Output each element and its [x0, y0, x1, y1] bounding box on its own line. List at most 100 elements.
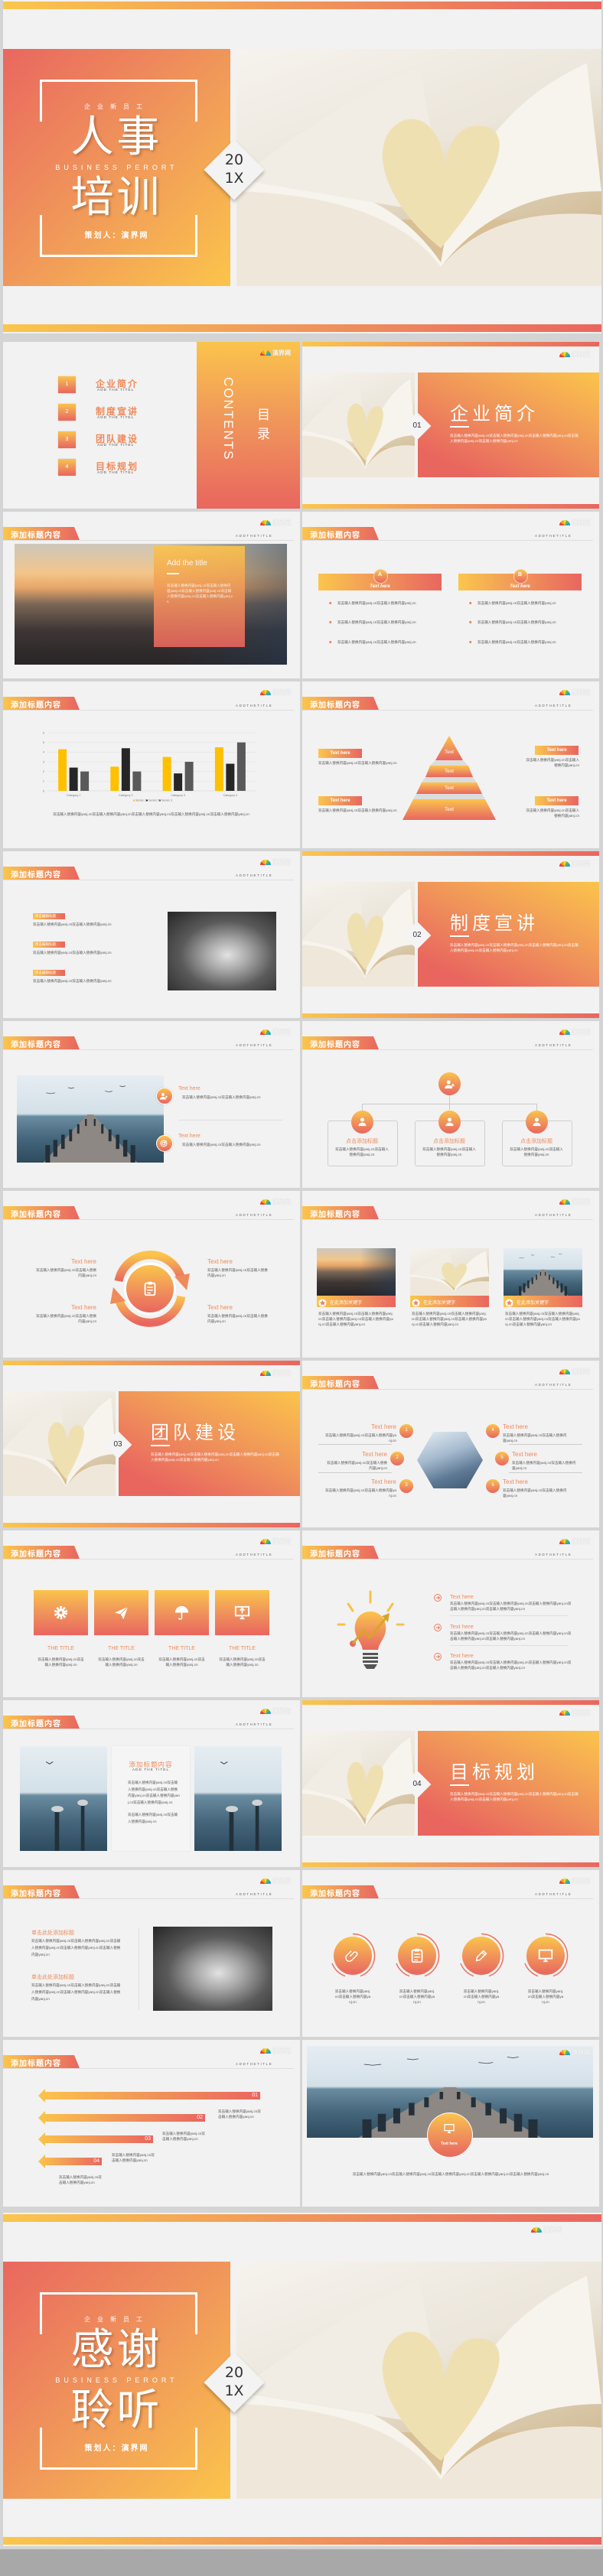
pyramid-level-label: Text [445, 785, 454, 791]
logo-text: 演界网 [572, 860, 590, 867]
year-line-1: 20 [224, 2364, 244, 2381]
photo-title-slide[interactable]: 添加标题内容 ADDTHETITLE 演界网 Add the title 双击输入替换内… [3, 512, 300, 678]
author-text: 策划人：演界网 [84, 232, 149, 240]
bar-1-2 [110, 766, 119, 791]
logo-text: 演界网 [272, 1538, 291, 1545]
tile-title: THE TITLE [108, 1646, 135, 1651]
sea-triptych-slide[interactable]: 添加标题内容 ADDTHETITLE 演界网 添加标题内容 ADD THE TITEL 双… [3, 1700, 300, 1867]
section-title: 团队建设 [151, 1423, 240, 1443]
header-title: 添加标题内容 [11, 2060, 61, 2068]
thanks-slide[interactable]: 演界网 企业新员工 感谢 BUSINESS PERORT 聆听 策划人：演界网 20 1X [3, 2213, 601, 2546]
section-slide-01[interactable]: 演界网 企业简介 双击输入替换内容yanj.cn双击输入替换内容yanj.cn双击输… [302, 342, 599, 509]
bullet-icon [329, 621, 331, 623]
logo-text: 演界网 [572, 1538, 590, 1545]
handshake-list-slide[interactable]: 添加标题内容 ADDTHETITLE 演界网 单击编辑标题 双击输入替换内容yanj.c… [3, 851, 300, 1018]
brand-logo: 演界网 [559, 860, 596, 870]
icon-tiles-slide[interactable]: 添加标题内容 ADDTHETITLE 演界网 THE TITLE 双击输入替换内容yan… [3, 1530, 300, 1697]
point-description: 双击输入替换内容yanj.cn双击输入替换内容yanj.cn [325, 1433, 396, 1442]
photo-cards-slide[interactable]: 添加标题内容 ADDTHETITLE 演界网 在此添加关键字 双击输入替换内容yanj.… [302, 1191, 599, 1358]
tag-description: 双击输入替换内容yanj.cn双击输入替换内容yanj.cn [33, 922, 112, 926]
year-line-2: 1X [224, 170, 244, 187]
panel-paragraph: 双击输入替换内容yanj.cn双击输入替换内容yanj.cn双击输入替换内容ya… [128, 1781, 180, 1804]
pyramid-level-label: Text [445, 768, 454, 774]
bar-chart-slide[interactable]: 添加标题内容 ADDTHETITLE 演界网 0 1 2 3 4 5 6 Category 1 Cat… [3, 681, 300, 848]
star-icon [412, 1297, 420, 1307]
pyramid-level-label: Text [445, 806, 454, 812]
item-title: Text here [178, 1086, 200, 1091]
section-slide-03[interactable]: 演界网团队建设 双击输入替换内容yanj.cn双击输入替换内容yanj.cn双击输… [3, 1361, 300, 1527]
logo-fan-icon [260, 350, 271, 356]
handshake-photo [153, 1927, 272, 2011]
section-book-photo [302, 1731, 415, 1836]
arrow-description: 双击输入替换内容yanj.cn双击输入替换内容yanj.cn [112, 2153, 155, 2162]
point-title: Text here [503, 1423, 528, 1430]
section-description: 双击输入替换内容yanj.cn双击输入替换内容yanj.cn双击输入替换内容ya… [450, 1792, 579, 1801]
header-subtitle: ADDTHETITLE [236, 1892, 273, 1896]
six-points-slide[interactable]: 添加标题内容 ADDTHETITLE 演界网 1 Text here 双击输入替换内容ya… [302, 1361, 599, 1527]
header-tab: 添加标题内容 [302, 1206, 379, 1219]
label-box-text: Text here [546, 747, 567, 753]
pyramid-slide[interactable]: 添加标题内容 ADDTHETITLE 演界网 Text Text Text Text Text… [302, 681, 599, 848]
brand-logo: 演界网 [559, 1709, 596, 1719]
header-divider [3, 2068, 294, 2069]
org-chart-slide[interactable]: 添加标题内容 ADDTHETITLE 演界网 点击添加标题 双击输入替换内容yanj.c… [302, 1021, 599, 1188]
bottom-accent-bar [302, 504, 599, 509]
clipboard-icon [142, 1280, 158, 1298]
section-number: 02 [412, 931, 422, 939]
logo-text: 演界网 [272, 1370, 291, 1377]
brand-logo: 演界网 [559, 1199, 596, 1208]
point-description: 双击输入替换内容yanj.cn双击输入替换内容yanj.cn [325, 1488, 396, 1498]
section-panel: 团队建设 双击输入替换内容yanj.cn双击输入替换内容yanj.cn双击输入替换… [119, 1391, 300, 1496]
pier-items-slide[interactable]: 添加标题内容 ADDTHETITLE 演界网 Text here 双击输入替换内容yan… [3, 1021, 300, 1188]
bullet-icon [329, 602, 331, 604]
org-box-title: 点击添加标题 [433, 1139, 465, 1144]
tag-description: 双击输入替换内容yanj.cn双击输入替换内容yanj.cn [33, 979, 112, 983]
cover-slide[interactable]: 企业新员工 人事 BUSINESS PERORT 培训 策划人：演界网 20 1X [3, 0, 601, 333]
header-title: 添加标题内容 [310, 1890, 360, 1898]
pier-banner-slide[interactable]: 演界网 Text here 双击输入替换内容yanj.cn双击输入替换内容yanj.… [302, 2040, 599, 2207]
top-accent-bar [3, 2, 601, 9]
arrow-circle-icon [433, 1622, 442, 1631]
contents-slide[interactable]: 演界网 CONTENTS 目录 1 企业简介 ADD THE TITEL 2 制度宣讲 ADD … [3, 342, 300, 509]
bar-3-3 [184, 762, 194, 791]
bottom-accent-bar [3, 2537, 601, 2545]
arrow-description: 双击输入替换内容yanj.cn双击输入替换内容yanj.cn [162, 2132, 205, 2141]
item-description: 双击输入替换内容yanj.cn双击输入替换内容yanj.cn [182, 1143, 261, 1147]
contents-item: 3 团队建设 ADD THE TITEL [58, 431, 165, 454]
section-number: 01 [412, 421, 422, 430]
section-slide-02[interactable]: 演界网 制度宣讲 双击输入替换内容yanj.cn双击输入替换内容yanj.cn双击输… [302, 851, 599, 1018]
point-description: 双击输入替换内容yanj.cn双击输入替换内容yanj.cn [327, 1461, 387, 1470]
business-report-subtitle: BUSINESS PERORT [55, 2376, 178, 2384]
circle-icons-slide[interactable]: 添加标题内容 ADDTHETITLE 演界网 双击输入替换内容yanj.cn双击输入替… [302, 1870, 599, 2037]
contents-panel [197, 342, 300, 509]
bar-chart: 0 1 2 3 4 5 6 Category 1 Category 2 Category 3 Cat… [43, 731, 256, 802]
top-accent-bar [3, 2214, 601, 2222]
number-label: 1 [405, 1428, 408, 1433]
ab-columns-slide[interactable]: 添加标题内容 ADDTHETITLE 演界网 A Text here 双击输入替换内容ya… [302, 512, 599, 678]
bar-2-2 [121, 748, 130, 791]
section-slide-04[interactable]: 演界网 目标规划 双击输入替换内容yanj.cn双击输入替换内容yanj.cn双击输… [302, 1700, 599, 1867]
header-title: 添加标题内容 [11, 1890, 61, 1898]
cycle-slide[interactable]: 添加标题内容 ADDTHETITLE 演界网 Text here 双击输入替换内容ya… [3, 1191, 300, 1358]
top-accent-bar [302, 342, 599, 346]
legend-swatch [133, 799, 135, 802]
y-tick-label: 5 [43, 741, 44, 744]
header-subtitle: ADDTHETITLE [236, 1043, 273, 1047]
arrows-slide[interactable]: 添加标题内容 ADDTHETITLE 演界网 01 双击输入替换内容yanj.cn双击输… [3, 2040, 300, 2207]
bulb-item-title: Text here [450, 1652, 474, 1659]
bullet-text: 双击输入替换内容yanj.cn双击输入替换内容yanj.cn [337, 640, 416, 644]
city-photo [317, 1248, 396, 1296]
title-underline [151, 1445, 170, 1446]
logo-fan-icon [260, 520, 271, 525]
title-line-1: 人事 [70, 112, 163, 161]
header-title: 添加标题内容 [310, 1550, 360, 1559]
bar-2-3 [174, 773, 183, 791]
handshake-photo [168, 912, 276, 990]
user-icon [531, 1116, 543, 1127]
feature-label: Text here [441, 2142, 458, 2146]
lightbulb-slide[interactable]: 添加标题内容 ADDTHETITLE 演界网 Text here 双击输入替换内容ya… [302, 1530, 599, 1697]
top-accent-bar [3, 1361, 300, 1365]
header-tab: 添加标题内容 [302, 1036, 379, 1049]
handshake-two-slide[interactable]: 添加标题内容 ADDTHETITLE 演界网 单击此处添加标题 双击输入替换内容yanj… [3, 1870, 300, 2037]
section-description: 双击输入替换内容yanj.cn双击输入替换内容yanj.cn双击输入替换内容ya… [450, 943, 579, 952]
